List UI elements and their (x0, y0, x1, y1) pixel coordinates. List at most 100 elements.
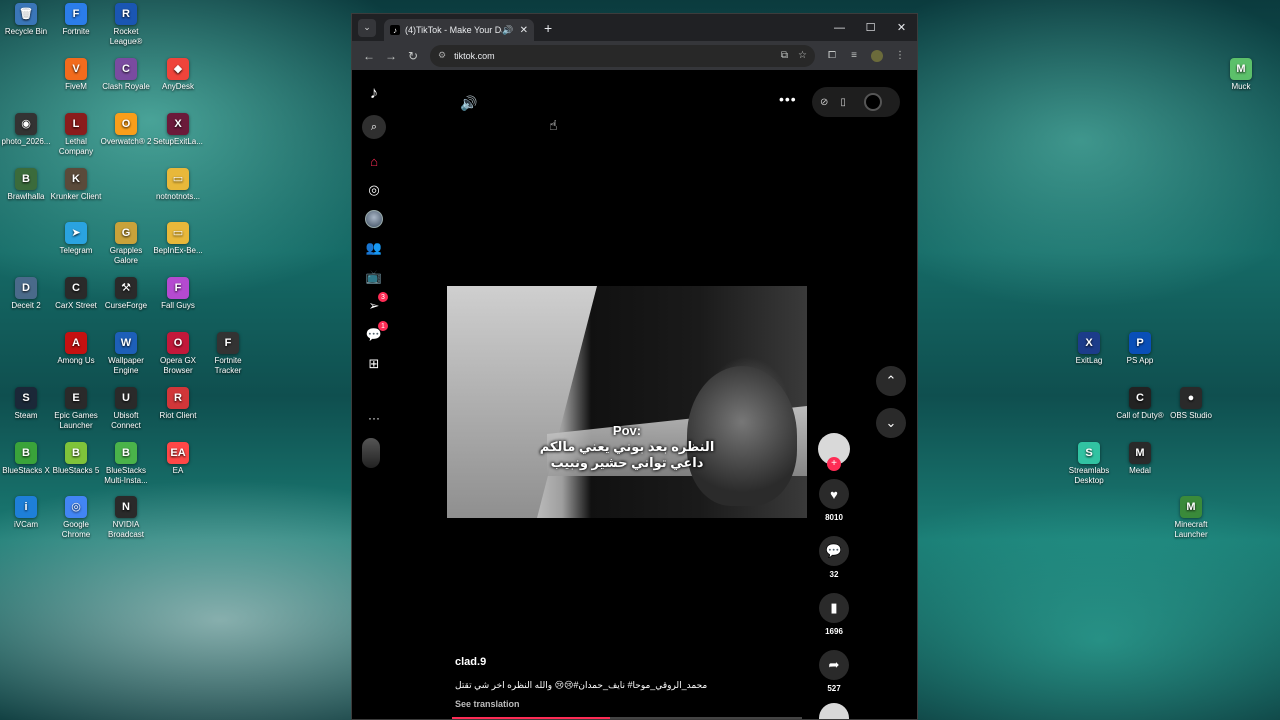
follow-plus-icon[interactable]: + (827, 457, 841, 471)
previous-video-button[interactable]: ⌃ (876, 366, 906, 396)
like-action[interactable]: ♥ 8010 (818, 479, 850, 522)
dark-mode-toggle[interactable] (863, 93, 882, 111)
desktop-icon[interactable]: V FiveM (50, 58, 102, 92)
desktop-icon[interactable]: U Ubisoft Connect (100, 387, 152, 431)
tiktok-logo-icon[interactable]: ♪ (362, 81, 386, 105)
reload-button[interactable]: ↻ (402, 49, 424, 63)
desktop-icon[interactable]: ⚒ CurseForge (100, 277, 152, 311)
desktop-icon[interactable]: ◎ Google Chrome (50, 496, 102, 540)
desktop-icon[interactable]: C Call of Duty® (1114, 387, 1166, 421)
address-bar[interactable]: ⚙ tiktok.com ⧉ ☆ (430, 44, 815, 67)
desktop-icon[interactable]: 🗑 Recycle Bin (0, 3, 52, 37)
browser-menu-icon[interactable]: ⋮ (889, 50, 911, 61)
bookmark-star-icon[interactable]: ☆ (798, 50, 807, 61)
desktop-icon[interactable]: EA EA (152, 442, 204, 476)
share-action[interactable]: ➦ 527 (818, 650, 850, 693)
desktop-icon[interactable]: B Brawlhalla (0, 168, 52, 202)
close-window-button[interactable]: ✕ (886, 14, 917, 41)
video-progress-bar[interactable] (452, 717, 802, 719)
next-video-button[interactable]: ⌄ (876, 408, 906, 438)
url-text[interactable]: tiktok.com (454, 51, 771, 61)
desktop-icon[interactable]: S Steam (0, 387, 52, 421)
desktop-icon[interactable]: D Deceit 2 (0, 277, 52, 311)
desktop-icon[interactable]: C CarX Street (50, 277, 102, 311)
desktop-icon[interactable]: B BlueStacks X (0, 442, 52, 476)
home-icon[interactable]: ⌂ (362, 149, 386, 173)
desktop-icon[interactable]: S Streamlabs Desktop (1063, 442, 1115, 486)
extensions-icon[interactable]: ⧠ (821, 50, 843, 61)
maximize-button[interactable]: ☐ (855, 14, 886, 41)
desktop-icon[interactable]: M Minecraft Launcher (1165, 496, 1217, 540)
desktop-icon[interactable]: G Grapples Galore (100, 222, 152, 266)
save-action[interactable]: ▮ 1696 (818, 593, 850, 636)
search-icon[interactable]: ⌕ (362, 115, 386, 139)
desktop-icon[interactable]: F Fortnite Tracker (202, 332, 254, 376)
see-translation-link[interactable]: See translation (455, 699, 795, 709)
desktop-icon[interactable]: ➤ Telegram (50, 222, 102, 256)
desktop-icon[interactable]: ◉ photo_2026... (0, 113, 52, 147)
desktop-icon[interactable]: M Muck (1215, 58, 1267, 92)
upload-icon[interactable]: ⊞ (362, 352, 386, 376)
inbox-icon[interactable]: 💬 1 (362, 321, 388, 347)
comment-action[interactable]: 💬 32 (818, 536, 850, 579)
desktop-icon[interactable]: ▭ BepInEx-Be... (152, 222, 204, 256)
cast-icon[interactable]: ⧉ (781, 50, 788, 61)
desktop-icon[interactable]: W Wallpaper Engine (100, 332, 152, 376)
compass-icon[interactable]: ⊘ (820, 97, 828, 108)
friends-icon[interactable]: 👥 (362, 236, 386, 260)
site-info-icon[interactable]: ⚙ (438, 50, 446, 61)
desktop-icon[interactable]: X SetupExitLa... (152, 113, 204, 147)
new-tab-button[interactable]: + (544, 20, 552, 36)
desktop-icon[interactable]: E Epic Games Launcher (50, 387, 102, 431)
desktop-icon[interactable]: M Medal (1114, 442, 1166, 476)
desktop-icon[interactable]: R Rocket League® (100, 3, 152, 47)
desktop-icon[interactable]: A Among Us (50, 332, 102, 366)
username[interactable]: clad.9 (455, 656, 795, 668)
desktop-icon[interactable]: F Fortnite (50, 3, 102, 37)
creator-avatar[interactable]: + (818, 433, 850, 471)
following-avatar-icon[interactable] (362, 207, 386, 231)
desktop-icon[interactable]: C Clash Royale (100, 58, 152, 92)
share-count: 527 (827, 684, 841, 693)
desktop-icon[interactable]: O Overwatch® 2 (100, 113, 152, 147)
share-icon[interactable]: ➦ (819, 650, 849, 680)
tab-tiktok[interactable]: ♪ (4)TikTok - Make Your Day 🔊 ✕ (384, 19, 534, 41)
messages-icon[interactable]: ➢ 3 (362, 292, 388, 318)
music-disc-avatar[interactable] (819, 703, 849, 719)
audio-playing-icon[interactable]: 🔊 (502, 25, 513, 36)
back-button[interactable]: ← (358, 49, 380, 63)
desktop-icon[interactable]: F Fall Guys (152, 277, 204, 311)
media-control-icon[interactable]: ≡ (843, 50, 865, 61)
desktop-icon[interactable]: L Lethal Company (50, 113, 102, 157)
desktop-icon[interactable]: P PS App (1114, 332, 1166, 366)
more-menu-icon[interactable]: ··· (362, 406, 386, 430)
explore-icon[interactable]: ◎ (362, 178, 386, 202)
desktop-icon[interactable]: ● OBS Studio (1165, 387, 1217, 421)
desktop-icon[interactable]: O Opera GX Browser (152, 332, 204, 376)
app-icon: U (115, 387, 137, 409)
volume-icon[interactable]: 🔊 (460, 95, 477, 112)
profile-avatar[interactable] (871, 49, 883, 62)
desktop-icon[interactable]: X ExitLag (1063, 332, 1115, 366)
desktop-icon[interactable]: ▭ notnotnots... (152, 168, 204, 202)
video-options-icon[interactable]: ••• (779, 91, 797, 107)
desktop-icon[interactable]: ◆ AnyDesk (152, 58, 204, 92)
desktop-icon-label: Ubisoft Connect (111, 411, 141, 430)
user-profile-avatar[interactable] (362, 438, 380, 468)
desktop-icon[interactable]: B BlueStacks 5 (50, 442, 102, 476)
video-player[interactable]: Pov: النظره بعد بوني يعني مالكم داعي توا… (447, 286, 807, 518)
desktop-icon[interactable]: K Krunker Client (50, 168, 102, 202)
heart-icon[interactable]: ♥ (819, 479, 849, 509)
desktop-icon[interactable]: R Riot Client (152, 387, 204, 421)
comment-icon[interactable]: 💬 (819, 536, 849, 566)
bookmark-icon[interactable]: ▮ (819, 593, 849, 623)
tab-search-button[interactable]: ⌄ (358, 18, 376, 37)
minimize-button[interactable]: — (824, 14, 855, 41)
tab-close-icon[interactable]: ✕ (520, 25, 528, 36)
phone-icon[interactable]: ▯ (840, 97, 846, 108)
forward-button[interactable]: → (380, 49, 402, 63)
desktop-icon[interactable]: i iVCam (0, 496, 52, 530)
desktop-icon[interactable]: B BlueStacks Multi-Insta... (100, 442, 152, 486)
live-icon[interactable]: 📺 (362, 265, 386, 289)
desktop-icon[interactable]: N NVIDIA Broadcast (100, 496, 152, 540)
